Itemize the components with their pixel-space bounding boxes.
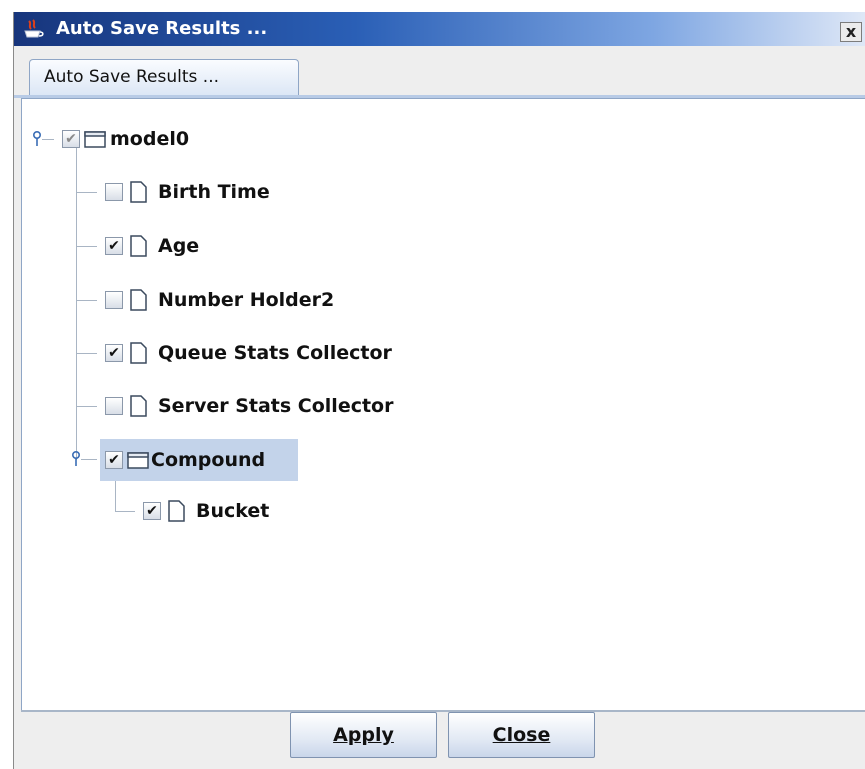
tree-node-label: Queue Stats Collector <box>158 342 392 364</box>
file-icon <box>168 500 185 522</box>
tree-node-label: Bucket <box>196 500 270 522</box>
tree-guide-line <box>81 459 97 460</box>
tree-node-label: model0 <box>110 128 190 150</box>
java-coffee-icon <box>24 19 44 38</box>
tree-guide-line <box>76 300 97 301</box>
tree-node-label: Compound <box>151 449 266 471</box>
file-icon <box>130 395 147 417</box>
tree-node-queue-stats-collector[interactable]: ✔ Queue Stats Collector <box>97 335 437 371</box>
checkbox[interactable]: ✔ <box>105 237 123 255</box>
checkbox[interactable]: ✔ <box>143 502 161 520</box>
window-close-button[interactable]: x <box>840 22 862 42</box>
tab-auto-save-results[interactable]: Auto Save Results ... <box>29 59 299 96</box>
tree-node-compound[interactable]: ✔ Compound <box>100 439 298 481</box>
tree-node-model0[interactable]: ✔ model0 <box>54 121 254 157</box>
close-button[interactable]: Close <box>448 712 595 758</box>
checkbox[interactable]: ✔ <box>105 344 123 362</box>
tree-guide-line <box>76 192 97 193</box>
tree-guide-line <box>42 139 54 140</box>
title-bar[interactable]: Auto Save Results ... x <box>14 12 865 46</box>
tab-label: Auto Save Results ... <box>44 67 220 87</box>
tree-node-birth-time[interactable]: Birth Time <box>97 174 357 210</box>
file-icon <box>130 342 147 364</box>
tree-panel: ✔ model0 Birth Time ✔ Age Number Holder2… <box>21 98 865 712</box>
checkbox[interactable]: ✔ <box>105 451 123 469</box>
tree-node-label: Birth Time <box>158 181 270 203</box>
tree-guide-line <box>76 246 97 247</box>
tree-node-label: Number Holder2 <box>158 289 335 311</box>
tree-node-bucket[interactable]: ✔ Bucket <box>135 493 335 529</box>
window-title: Auto Save Results ... <box>56 18 268 39</box>
tree-node-number-holder2[interactable]: Number Holder2 <box>97 282 397 318</box>
tree-guide-line <box>76 147 77 460</box>
auto-save-dialog: Auto Save Results ... x Auto Save Result… <box>13 12 865 769</box>
file-icon <box>130 181 147 203</box>
tree-node-label: Server Stats Collector <box>158 395 394 417</box>
folder-icon <box>84 131 106 148</box>
checkbox[interactable] <box>105 291 123 309</box>
folder-icon <box>127 452 149 469</box>
tree-guide-line <box>76 353 97 354</box>
tree-node-label: Age <box>158 235 200 257</box>
expand-handle-icon[interactable] <box>32 130 42 148</box>
tree-node-age[interactable]: ✔ Age <box>97 228 357 264</box>
checkbox[interactable]: ✔ <box>62 130 80 148</box>
tree-node-server-stats-collector[interactable]: Server Stats Collector <box>97 388 437 424</box>
tree-guide-line <box>76 406 97 407</box>
checkbox[interactable] <box>105 183 123 201</box>
panel-separator <box>21 710 865 712</box>
file-icon <box>130 235 147 257</box>
file-icon <box>130 289 147 311</box>
checkbox[interactable] <box>105 397 123 415</box>
apply-button[interactable]: Apply <box>290 712 437 758</box>
expand-handle-icon[interactable] <box>71 450 81 468</box>
tree-guide-line <box>115 511 135 512</box>
